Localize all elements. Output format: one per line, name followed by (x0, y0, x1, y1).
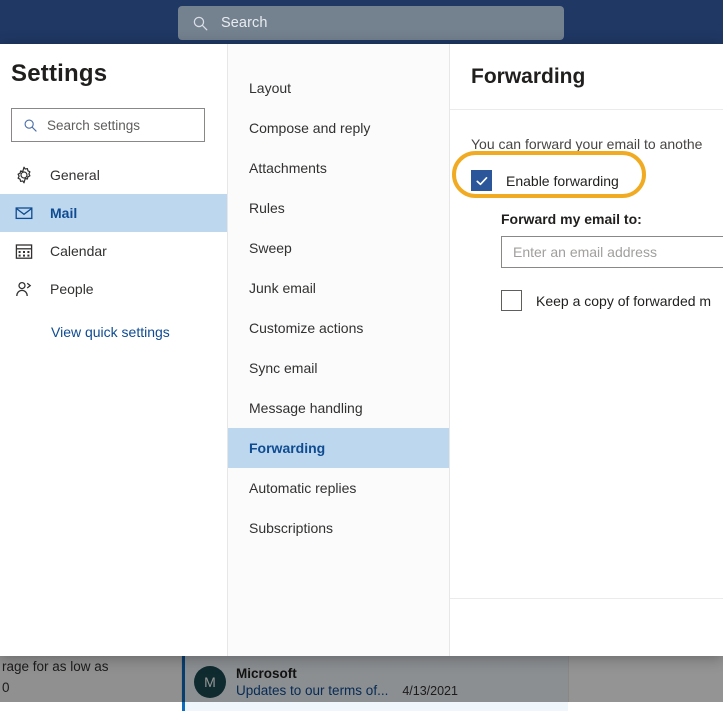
gear-icon (14, 165, 34, 185)
sidebar-item-label: General (50, 167, 100, 183)
dialog-footer (450, 598, 723, 656)
search-icon (192, 15, 209, 32)
enable-forwarding-label: Enable forwarding (506, 173, 619, 189)
envelope-icon (14, 203, 34, 223)
sidebar-item-calendar[interactable]: Calendar (0, 232, 227, 270)
subnav-item-forwarding[interactable]: Forwarding (228, 428, 449, 468)
avatar: M (194, 666, 226, 698)
subnav-item-junk-email[interactable]: Junk email (228, 268, 449, 308)
subnav-item-message-handling[interactable]: Message handling (228, 388, 449, 428)
detail-body: You can forward your email to anothe Ena… (450, 110, 723, 311)
keep-copy-checkbox[interactable]: Keep a copy of forwarded m (501, 290, 723, 311)
subnav-label: Layout (249, 80, 291, 96)
subnav-label: Customize actions (249, 320, 363, 336)
subnav-item-customize-actions[interactable]: Customize actions (228, 308, 449, 348)
calendar-icon (14, 241, 34, 261)
message-date: 4/13/2021 (402, 684, 458, 698)
person-icon (14, 279, 34, 299)
subnav-item-subscriptions[interactable]: Subscriptions (228, 508, 449, 548)
subnav-label: Compose and reply (249, 120, 370, 136)
global-search-placeholder: Search (221, 15, 268, 31)
message-sender: Microsoft (236, 666, 458, 681)
enable-forwarding-checkbox[interactable]: Enable forwarding (471, 170, 723, 191)
subnav-item-compose-and-reply[interactable]: Compose and reply (228, 108, 449, 148)
search-icon (23, 118, 38, 133)
message-meta: Microsoft Updates to our terms of... 4/1… (236, 666, 458, 698)
subnav-label: Sync email (249, 360, 317, 376)
detail-header: Forwarding (450, 44, 723, 110)
subnav-label: Message handling (249, 400, 363, 416)
settings-subnav-pane: Layout Compose and reply Attachments Rul… (228, 44, 450, 656)
sidebar-item-label: Mail (50, 205, 77, 221)
message-subject: Updates to our terms of... (236, 683, 388, 698)
settings-dialog: Settings Search settings General (0, 44, 723, 656)
forward-to-label: Forward my email to: (501, 211, 723, 227)
global-search-input[interactable]: Search (178, 6, 564, 40)
settings-category-list: General Mail (0, 156, 227, 308)
sidebar-item-mail[interactable]: Mail (0, 194, 227, 232)
subnav-label: Junk email (249, 280, 316, 296)
message-subject-line: Updates to our terms of... 4/13/2021 (236, 683, 458, 698)
subnav-label: Automatic replies (249, 480, 356, 496)
subnav-label: Forwarding (249, 440, 325, 456)
settings-category-pane: Settings Search settings General (0, 44, 228, 656)
checkbox-box[interactable] (501, 290, 522, 311)
sidebar-item-people[interactable]: People (0, 270, 227, 308)
subnav-label: Subscriptions (249, 520, 333, 536)
subnav-item-rules[interactable]: Rules (228, 188, 449, 228)
settings-search-placeholder: Search settings (47, 118, 140, 133)
checkmark-icon (475, 174, 489, 188)
checkbox-box[interactable] (471, 170, 492, 191)
forwarding-description: You can forward your email to anothe (471, 134, 723, 154)
subnav-item-attachments[interactable]: Attachments (228, 148, 449, 188)
detail-title: Forwarding (471, 65, 585, 89)
view-quick-settings-link[interactable]: View quick settings (51, 324, 227, 340)
sidebar-item-label: Calendar (50, 243, 107, 259)
subnav-item-automatic-replies[interactable]: Automatic replies (228, 468, 449, 508)
subnav-item-sweep[interactable]: Sweep (228, 228, 449, 268)
settings-search-input[interactable]: Search settings (11, 108, 205, 142)
forward-to-input[interactable]: Enter an email address (501, 236, 723, 268)
sidebar-item-label: People (50, 281, 94, 297)
subnav-label: Sweep (249, 240, 292, 256)
keep-copy-label: Keep a copy of forwarded m (536, 293, 711, 309)
top-app-bar: Search (0, 0, 723, 45)
settings-detail-pane: Forwarding You can forward your email to… (450, 44, 723, 656)
subnav-label: Rules (249, 200, 285, 216)
page-title: Settings (0, 60, 227, 88)
subnav-label: Attachments (249, 160, 327, 176)
subnav-item-sync-email[interactable]: Sync email (228, 348, 449, 388)
sidebar-item-general[interactable]: General (0, 156, 227, 194)
subnav-item-layout[interactable]: Layout (228, 68, 449, 108)
promo-text: rage for as low as 0 (2, 656, 109, 698)
message-list-item[interactable]: M Microsoft Updates to our terms of... 4… (182, 653, 568, 711)
forward-to-placeholder: Enter an email address (513, 244, 657, 260)
